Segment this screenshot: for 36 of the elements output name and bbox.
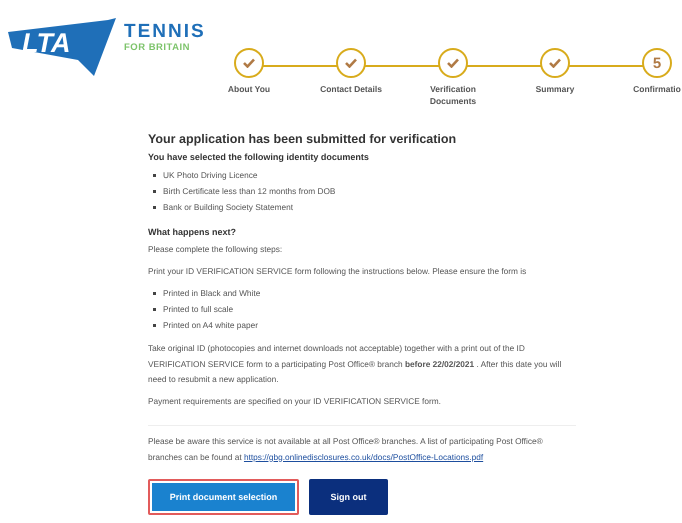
step-label: Confirmatio <box>632 83 682 95</box>
check-icon <box>447 58 459 68</box>
instruction-text: Print your ID VERIFICATION SERVICE form following the instructions below. Please ensure the form is <box>148 264 528 278</box>
bullet-icon <box>153 324 156 326</box>
payment-text: Payment requirements are specified on your ID VERIFICATION SERVICE form. <box>148 394 442 408</box>
requirement-item: Printed on A4 white paper <box>163 319 258 332</box>
bullet-icon <box>153 174 156 176</box>
notice-text: Please be aware this service is not available at all Post Office® branches. A list of participating Post Office® branches can be found at https://gbg.onlinedisclosures.co.uk/docs/PostOffice-Locations.pdf <box>148 435 544 464</box>
print-button[interactable]: Print document selection <box>148 479 299 515</box>
deadline-text: Take original ID (photocopies and internet downloads not acceptable) together with a print out of the ID VERIFICATION SERVICE form to a participating Post Office® branch before 22/02/2021 . After this date you will need to resubmit a new application. <box>148 342 562 386</box>
intro-text: Please complete the following steps: <box>148 243 284 256</box>
step-label: Contact Details <box>320 83 382 95</box>
logo-drawing: LTA <box>8 18 118 76</box>
bullet-icon <box>153 308 156 310</box>
bullet-icon <box>153 206 156 208</box>
requirement-item: Printed to full scale <box>163 303 234 316</box>
document-item: UK Photo Driving Licence <box>163 169 258 182</box>
check-icon <box>345 58 357 68</box>
step-label: Summary <box>534 83 576 95</box>
check-icon <box>549 58 561 68</box>
requirement-item: Printed in Black and White <box>163 287 260 300</box>
step-label: Verification Documents <box>428 83 478 107</box>
page-heading: Your application has been submitted for verification <box>148 132 458 146</box>
section-heading: You have selected the following identity documents <box>148 152 370 162</box>
step-label: About You <box>226 83 272 95</box>
locations-link[interactable]: https://gbg.onlinedisclosures.co.uk/docs/PostOffice-Locations.pdf <box>244 452 484 462</box>
sign-out-button[interactable]: Sign out <box>309 479 388 515</box>
bullet-icon <box>153 190 156 192</box>
logo-title: TENNIS <box>124 22 206 42</box>
bullet-icon <box>153 292 156 294</box>
step-number: 5 <box>652 54 662 72</box>
section-heading: What happens next? <box>148 227 238 237</box>
document-item: Bank or Building Society Statement <box>163 201 294 214</box>
document-item: Birth Certificate less than 12 months from DOB <box>163 185 336 198</box>
logo-subtitle: FOR BRITAIN <box>124 42 192 53</box>
check-icon <box>243 58 255 68</box>
